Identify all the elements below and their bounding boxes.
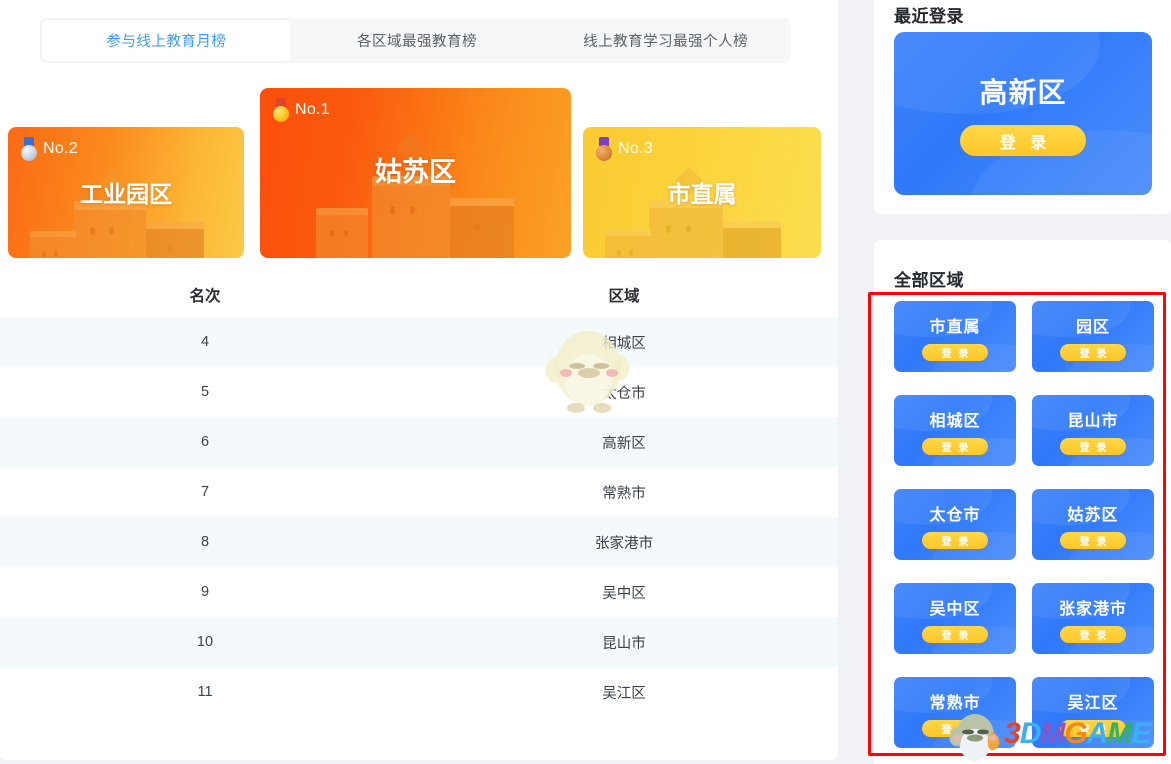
region-login-button[interactable]: 登 录	[922, 532, 988, 549]
gold-medal-icon	[273, 98, 289, 122]
region-login-button[interactable]: 登 录	[1060, 532, 1126, 549]
region-login-button[interactable]: 登 录	[922, 438, 988, 455]
region-card-name: 太仓市	[929, 501, 980, 525]
podium-rank-badge-2: No.2	[21, 137, 78, 161]
table-row[interactable]: 8 张家港市	[0, 517, 838, 567]
region-card-name: 园区	[1076, 313, 1110, 337]
podium-rank-badge-3: No.3	[596, 137, 653, 161]
cell-region: 张家港市	[410, 532, 838, 553]
region-card-name: 市直属	[929, 313, 980, 337]
region-card-taicangshi[interactable]: 太仓市 登 录	[894, 489, 1016, 560]
podium-region-name-3: 市直属	[583, 175, 821, 209]
ranking-table: 名次 区域 4 相城区 5 太仓市 6 高新区 7 常熟市 8 张家港市	[0, 273, 838, 717]
region-card-name: 相城区	[929, 407, 980, 431]
cell-region: 相城区	[410, 332, 838, 353]
podium-card-rank1[interactable]: No.1 姑苏区	[260, 88, 571, 258]
region-card-gusuqu[interactable]: 姑苏区 登 录	[1032, 489, 1154, 560]
podium-region-name-1: 姑苏区	[260, 150, 571, 189]
cell-rank: 8	[0, 534, 410, 550]
cell-rank: 11	[0, 684, 410, 700]
silver-medal-icon	[21, 137, 37, 161]
tab-best-individual-online-learning[interactable]: 线上教育学习最强个人榜	[541, 18, 790, 63]
table-row[interactable]: 7 常熟市	[0, 467, 838, 517]
region-card-wuzhongqu[interactable]: 吴中区 登 录	[894, 583, 1016, 654]
region-card-name: 昆山市	[1067, 407, 1118, 431]
region-login-button[interactable]: 登 录	[1060, 626, 1126, 643]
all-regions-grid: 市直属 登 录 园区 登 录 相城区 登 录 昆山市 登 录 太仓市 登 录 姑…	[894, 301, 1154, 748]
region-card-shizhishu[interactable]: 市直属 登 录	[894, 301, 1016, 372]
recent-login-card[interactable]: 高新区 登 录	[894, 32, 1152, 195]
table-header-row: 名次 区域	[0, 273, 838, 317]
table-row[interactable]: 11 吴江区	[0, 667, 838, 717]
leaderboard-tabs: 参与线上教育月榜 各区域最强教育榜 线上教育学习最强个人榜	[40, 18, 790, 63]
region-login-button[interactable]: 登 录	[1060, 438, 1126, 455]
region-login-button[interactable]: 登 录	[922, 344, 988, 361]
cell-rank: 6	[0, 434, 410, 450]
region-login-button[interactable]: 登 录	[922, 626, 988, 643]
region-login-button[interactable]: 登 录	[1060, 720, 1126, 737]
cell-rank: 7	[0, 484, 410, 500]
region-card-kunshanshi[interactable]: 昆山市 登 录	[1032, 395, 1154, 466]
leaderboard-panel: 参与线上教育月榜 各区域最强教育榜 线上教育学习最强个人榜	[0, 0, 838, 760]
podium-rank-label: No.3	[618, 140, 653, 158]
region-card-changshushi[interactable]: 常熟市 登 录	[894, 677, 1016, 748]
podium-rank-badge-1: No.1	[273, 98, 330, 122]
cell-region: 高新区	[410, 432, 838, 453]
cell-rank: 9	[0, 584, 410, 600]
region-card-zhangjiagangshi[interactable]: 张家港市 登 录	[1032, 583, 1154, 654]
page-root: 参与线上教育月榜 各区域最强教育榜 线上教育学习最强个人榜	[0, 0, 1171, 764]
table-row[interactable]: 6 高新区	[0, 417, 838, 467]
recent-login-region-name: 高新区	[979, 71, 1066, 111]
cell-region: 常熟市	[410, 482, 838, 503]
all-regions-title: 全部区域	[894, 266, 964, 291]
region-login-button[interactable]: 登 录	[922, 720, 988, 737]
column-header-region: 区域	[410, 284, 838, 306]
region-card-name: 张家港市	[1059, 595, 1127, 619]
region-card-name: 吴中区	[929, 595, 980, 619]
region-card-name: 常熟市	[929, 689, 980, 713]
tab-monthly-online-education[interactable]: 参与线上教育月榜	[42, 20, 291, 61]
podium-rank-label: No.1	[295, 101, 330, 119]
region-card-yuanqu[interactable]: 园区 登 录	[1032, 301, 1154, 372]
podium-card-rank3[interactable]: No.3 市直属	[583, 127, 821, 258]
cell-rank: 5	[0, 384, 410, 400]
table-row[interactable]: 5 太仓市	[0, 367, 838, 417]
column-header-rank: 名次	[0, 284, 410, 306]
region-login-button[interactable]: 登 录	[1060, 344, 1126, 361]
recent-login-panel: 最近登录 高新区 登 录	[874, 0, 1171, 214]
cell-region: 吴中区	[410, 582, 838, 603]
table-row[interactable]: 10 昆山市	[0, 617, 838, 667]
bronze-medal-icon	[596, 137, 612, 161]
cell-region: 太仓市	[410, 382, 838, 403]
region-card-xiangchengqu[interactable]: 相城区 登 录	[894, 395, 1016, 466]
recent-login-title: 最近登录	[894, 2, 964, 27]
table-row[interactable]: 4 相城区	[0, 317, 838, 367]
tab-regional-best-education[interactable]: 各区域最强教育榜	[293, 18, 542, 63]
region-card-name: 姑苏区	[1067, 501, 1118, 525]
podium-top3: No.1 姑苏区	[0, 83, 838, 273]
recent-login-button[interactable]: 登 录	[960, 125, 1086, 156]
cell-rank: 4	[0, 334, 410, 350]
cell-region: 吴江区	[410, 682, 838, 703]
all-regions-panel: 全部区域 市直属 登 录 园区 登 录 相城区 登 录 昆山市 登 录 太仓市 …	[874, 240, 1171, 764]
podium-region-name-2: 工业园区	[8, 175, 244, 209]
podium-card-rank2[interactable]: No.2 工业园区	[8, 127, 244, 258]
table-row[interactable]: 9 吴中区	[0, 567, 838, 617]
region-card-name: 吴江区	[1067, 689, 1118, 713]
cell-region: 昆山市	[410, 632, 838, 653]
podium-rank-label: No.2	[43, 140, 78, 158]
region-card-wujiangqu[interactable]: 吴江区 登 录	[1032, 677, 1154, 748]
cell-rank: 10	[0, 634, 410, 650]
